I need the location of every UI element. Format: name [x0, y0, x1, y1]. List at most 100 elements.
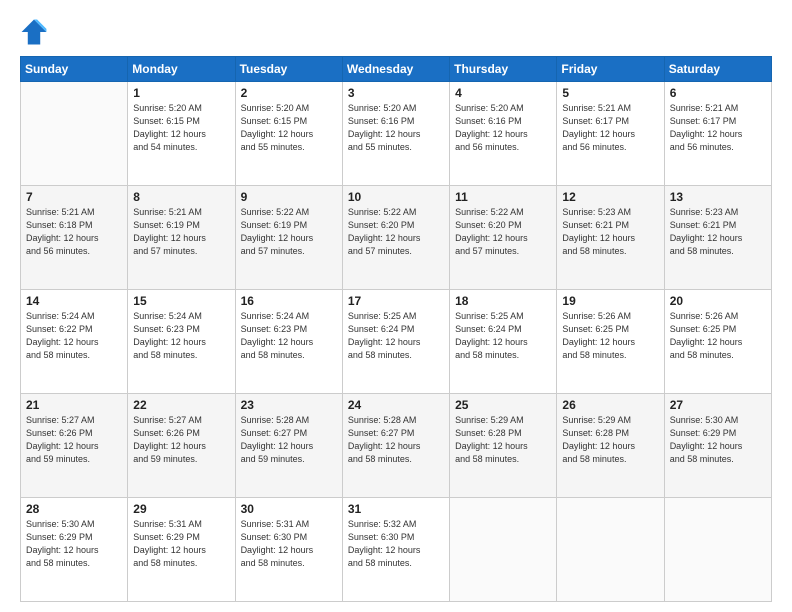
day-number: 23: [241, 398, 337, 412]
day-number: 7: [26, 190, 122, 204]
day-number: 3: [348, 86, 444, 100]
calendar-cell: 10 Sunrise: 5:22 AM Sunset: 6:20 PM Dayli…: [342, 186, 449, 290]
day-number: 30: [241, 502, 337, 516]
calendar-cell: 20Sunrise: 5:26 AM Sunset: 6:25 PM Dayli…: [664, 290, 771, 394]
calendar-cell: 2Sunrise: 5:20 AM Sunset: 6:15 PM Daylig…: [235, 82, 342, 186]
day-number: 21: [26, 398, 122, 412]
calendar-cell: 5 Sunrise: 5:21 AM Sunset: 6:17 PM Daylig…: [557, 82, 664, 186]
day-number: 25: [455, 398, 551, 412]
day-header-thursday: Thursday: [450, 57, 557, 82]
calendar-cell: [557, 498, 664, 602]
page: SundayMondayTuesdayWednesdayThursdayFrid…: [0, 0, 792, 612]
day-info: Sunrise: 5:20 AM Sunset: 6:16 PM Dayligh…: [455, 102, 551, 154]
day-number: 16: [241, 294, 337, 308]
day-info: Sunrise: 5:30 AM Sunset: 6:29 PM Dayligh…: [26, 518, 122, 570]
day-number: 1: [133, 86, 229, 100]
day-info: Sunrise: 5:29 AM Sunset: 6:28 PM Dayligh…: [562, 414, 658, 466]
day-info: Sunrise: 5:22 AM Sunset: 6:20 PM Dayligh…: [348, 206, 444, 258]
day-number: 24: [348, 398, 444, 412]
day-info: Sunrise: 5:32 AM Sunset: 6:30 PM Dayligh…: [348, 518, 444, 570]
calendar-cell: 27 Sunrise: 5:30 AM Sunset: 6:29 PM Dayli…: [664, 394, 771, 498]
day-header-saturday: Saturday: [664, 57, 771, 82]
calendar-cell: 7 Sunrise: 5:21 AM Sunset: 6:18 PM Daylig…: [21, 186, 128, 290]
calendar-cell: 28 Sunrise: 5:30 AM Sunset: 6:29 PM Dayli…: [21, 498, 128, 602]
day-info: Sunrise: 5:26 AM Sunset: 6:25 PM Dayligh…: [670, 310, 766, 362]
day-info: Sunrise: 5:22 AM Sunset: 6:19 PM Dayligh…: [241, 206, 337, 258]
day-info: Sunrise: 5:26 AM Sunset: 6:25 PM Dayligh…: [562, 310, 658, 362]
day-number: 6: [670, 86, 766, 100]
calendar-cell: 1 Sunrise: 5:20 AM Sunset: 6:15 PM Daylig…: [128, 82, 235, 186]
day-info: Sunrise: 5:23 AM Sunset: 6:21 PM Dayligh…: [670, 206, 766, 258]
calendar-cell: 24 Sunrise: 5:28 AM Sunset: 6:27 PM Dayli…: [342, 394, 449, 498]
day-info: Sunrise: 5:29 AM Sunset: 6:28 PM Dayligh…: [455, 414, 551, 466]
day-info: Sunrise: 5:23 AM Sunset: 6:21 PM Dayligh…: [562, 206, 658, 258]
day-number: 17: [348, 294, 444, 308]
calendar-cell: [450, 498, 557, 602]
calendar-cell: 4Sunrise: 5:20 AM Sunset: 6:16 PM Daylig…: [450, 82, 557, 186]
calendar-cell: 15 Sunrise: 5:24 AM Sunset: 6:23 PM Dayli…: [128, 290, 235, 394]
day-number: 22: [133, 398, 229, 412]
day-info: Sunrise: 5:25 AM Sunset: 6:24 PM Dayligh…: [455, 310, 551, 362]
calendar-cell: 8 Sunrise: 5:21 AM Sunset: 6:19 PM Daylig…: [128, 186, 235, 290]
day-info: Sunrise: 5:21 AM Sunset: 6:19 PM Dayligh…: [133, 206, 229, 258]
logo-icon: [20, 18, 48, 46]
day-number: 11: [455, 190, 551, 204]
day-number: 31: [348, 502, 444, 516]
calendar-cell: 25 Sunrise: 5:29 AM Sunset: 6:28 PM Dayli…: [450, 394, 557, 498]
day-info: Sunrise: 5:20 AM Sunset: 6:15 PM Dayligh…: [133, 102, 229, 154]
calendar-cell: 9 Sunrise: 5:22 AM Sunset: 6:19 PM Daylig…: [235, 186, 342, 290]
day-number: 10: [348, 190, 444, 204]
day-number: 8: [133, 190, 229, 204]
day-info: Sunrise: 5:25 AM Sunset: 6:24 PM Dayligh…: [348, 310, 444, 362]
calendar-cell: 23 Sunrise: 5:28 AM Sunset: 6:27 PM Dayli…: [235, 394, 342, 498]
day-header-wednesday: Wednesday: [342, 57, 449, 82]
day-info: Sunrise: 5:27 AM Sunset: 6:26 PM Dayligh…: [133, 414, 229, 466]
logo: [20, 18, 52, 46]
calendar-cell: 31 Sunrise: 5:32 AM Sunset: 6:30 PM Dayli…: [342, 498, 449, 602]
calendar-cell: [21, 82, 128, 186]
day-number: 15: [133, 294, 229, 308]
day-number: 26: [562, 398, 658, 412]
day-info: Sunrise: 5:24 AM Sunset: 6:23 PM Dayligh…: [241, 310, 337, 362]
day-number: 27: [670, 398, 766, 412]
day-info: Sunrise: 5:21 AM Sunset: 6:18 PM Dayligh…: [26, 206, 122, 258]
calendar-cell: 19 Sunrise: 5:26 AM Sunset: 6:25 PM Dayli…: [557, 290, 664, 394]
calendar-cell: 12 Sunrise: 5:23 AM Sunset: 6:21 PM Dayli…: [557, 186, 664, 290]
day-info: Sunrise: 5:24 AM Sunset: 6:22 PM Dayligh…: [26, 310, 122, 362]
calendar-cell: 26 Sunrise: 5:29 AM Sunset: 6:28 PM Dayli…: [557, 394, 664, 498]
day-number: 2: [241, 86, 337, 100]
day-number: 29: [133, 502, 229, 516]
day-info: Sunrise: 5:28 AM Sunset: 6:27 PM Dayligh…: [241, 414, 337, 466]
calendar-table: SundayMondayTuesdayWednesdayThursdayFrid…: [20, 56, 772, 602]
calendar-cell: 3 Sunrise: 5:20 AM Sunset: 6:16 PM Daylig…: [342, 82, 449, 186]
day-info: Sunrise: 5:31 AM Sunset: 6:30 PM Dayligh…: [241, 518, 337, 570]
day-header-monday: Monday: [128, 57, 235, 82]
day-number: 14: [26, 294, 122, 308]
day-info: Sunrise: 5:21 AM Sunset: 6:17 PM Dayligh…: [562, 102, 658, 154]
day-info: Sunrise: 5:27 AM Sunset: 6:26 PM Dayligh…: [26, 414, 122, 466]
day-info: Sunrise: 5:30 AM Sunset: 6:29 PM Dayligh…: [670, 414, 766, 466]
day-info: Sunrise: 5:28 AM Sunset: 6:27 PM Dayligh…: [348, 414, 444, 466]
calendar-cell: 18Sunrise: 5:25 AM Sunset: 6:24 PM Dayli…: [450, 290, 557, 394]
week-row-2: 7 Sunrise: 5:21 AM Sunset: 6:18 PM Daylig…: [21, 186, 772, 290]
day-info: Sunrise: 5:24 AM Sunset: 6:23 PM Dayligh…: [133, 310, 229, 362]
calendar-cell: 30 Sunrise: 5:31 AM Sunset: 6:30 PM Dayli…: [235, 498, 342, 602]
week-row-5: 28 Sunrise: 5:30 AM Sunset: 6:29 PM Dayli…: [21, 498, 772, 602]
calendar-cell: 22 Sunrise: 5:27 AM Sunset: 6:26 PM Dayli…: [128, 394, 235, 498]
day-number: 9: [241, 190, 337, 204]
day-number: 12: [562, 190, 658, 204]
day-number: 5: [562, 86, 658, 100]
header: [20, 18, 772, 46]
calendar-cell: 13 Sunrise: 5:23 AM Sunset: 6:21 PM Dayli…: [664, 186, 771, 290]
day-header-tuesday: Tuesday: [235, 57, 342, 82]
week-row-4: 21 Sunrise: 5:27 AM Sunset: 6:26 PM Dayli…: [21, 394, 772, 498]
day-info: Sunrise: 5:31 AM Sunset: 6:29 PM Dayligh…: [133, 518, 229, 570]
calendar-cell: 14 Sunrise: 5:24 AM Sunset: 6:22 PM Dayli…: [21, 290, 128, 394]
day-info: Sunrise: 5:20 AM Sunset: 6:16 PM Dayligh…: [348, 102, 444, 154]
day-number: 13: [670, 190, 766, 204]
calendar-cell: 17 Sunrise: 5:25 AM Sunset: 6:24 PM Dayli…: [342, 290, 449, 394]
day-number: 28: [26, 502, 122, 516]
week-row-1: 1 Sunrise: 5:20 AM Sunset: 6:15 PM Daylig…: [21, 82, 772, 186]
week-row-3: 14 Sunrise: 5:24 AM Sunset: 6:22 PM Dayli…: [21, 290, 772, 394]
day-number: 19: [562, 294, 658, 308]
